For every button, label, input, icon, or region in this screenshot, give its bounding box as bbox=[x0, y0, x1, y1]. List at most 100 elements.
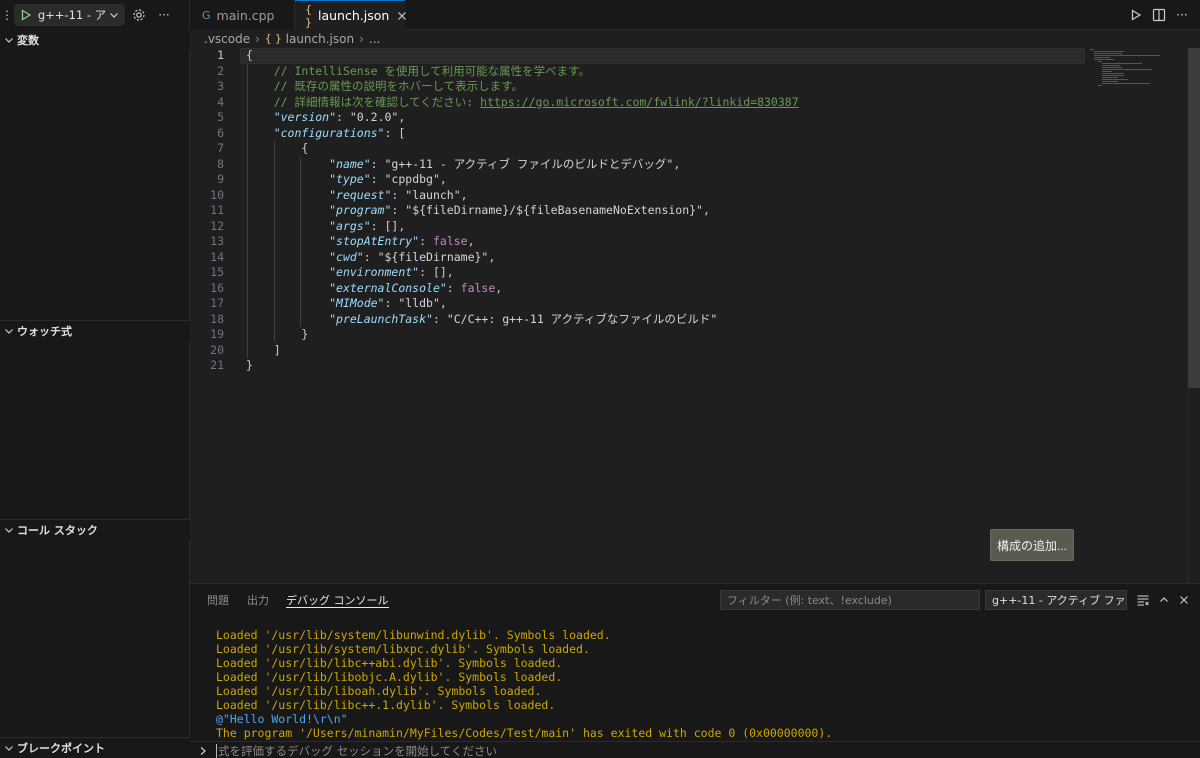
chevron-down-icon bbox=[1, 32, 17, 48]
code-editor[interactable]: 1 2 3 4 5 6 7 8 9 10 11 12 13 14 15 16 17 18 19 20 21 { // I… bbox=[190, 48, 1200, 583]
code-line[interactable]: "name": "g++-11 - アクティブ ファイルのビルドとデバッグ", bbox=[246, 157, 680, 173]
breadcrumb: .vscode › { } launch.json › ... bbox=[190, 30, 1200, 48]
cpp-file-icon: G bbox=[202, 8, 211, 22]
line-number: 3 bbox=[217, 79, 224, 93]
code-line[interactable]: // 既存の属性の説明をホバーして表示します。 bbox=[246, 79, 523, 95]
code-line[interactable]: "version": "0.2.0", bbox=[246, 110, 406, 126]
doc-link[interactable]: https://go.microsoft.com/fwlink/?linkid=… bbox=[480, 95, 799, 109]
line-number: 6 bbox=[217, 125, 224, 140]
breadcrumb-folder[interactable]: .vscode bbox=[204, 32, 250, 46]
debug-sidebar: ⋮ g++-11 - アクティブ ··· 変数 ウォッチ式 コール スタック ブ… bbox=[0, 0, 190, 758]
line-number: 21 bbox=[210, 358, 224, 372]
tab-problems[interactable]: 問題 bbox=[207, 592, 229, 608]
chevron-up-icon[interactable] bbox=[1154, 590, 1174, 610]
chevron-down-icon bbox=[1, 522, 17, 538]
line-number: 4 bbox=[217, 94, 224, 109]
console-line: @"Hello World!\r\n" bbox=[216, 712, 348, 726]
console-filter-input[interactable] bbox=[720, 590, 980, 610]
line-number: 16 bbox=[210, 280, 224, 295]
code-line[interactable]: ] bbox=[246, 343, 281, 359]
session-select-label: g++-11 - アクティブ ファイ bbox=[992, 594, 1127, 607]
json-file-icon: { } bbox=[305, 2, 312, 29]
add-configuration-button[interactable]: 構成の追加... bbox=[990, 529, 1074, 561]
line-number: 1 bbox=[217, 48, 224, 62]
current-line-highlight bbox=[240, 48, 1085, 64]
bottom-panel: 問題 出力 デバッグ コンソール g++-11 - アクティブ ファイ Load… bbox=[190, 583, 1200, 758]
section-call-stack[interactable]: コール スタック bbox=[0, 520, 190, 540]
code-line[interactable]: "externalConsole": false, bbox=[246, 281, 502, 297]
tab-label: main.cpp bbox=[216, 7, 275, 23]
editor-tabbar: G main.cpp { } launch.json ··· bbox=[190, 0, 1200, 30]
code-line[interactable]: "args": [], bbox=[246, 219, 405, 235]
more-icon[interactable]: ··· bbox=[153, 4, 175, 26]
code-line[interactable]: "preLaunchTask": "C/C++: g++-11 アクティブなファ… bbox=[246, 312, 717, 328]
launch-config-selector[interactable]: g++-11 - アクティブ bbox=[14, 4, 125, 26]
section-label: ウォッチ式 bbox=[17, 325, 72, 338]
section-label: 変数 bbox=[17, 34, 39, 47]
debug-repl bbox=[190, 741, 1200, 758]
line-number: 7 bbox=[217, 141, 224, 155]
chevron-right-icon: › bbox=[359, 32, 364, 46]
repl-input[interactable] bbox=[216, 743, 816, 758]
line-number: 18 bbox=[210, 311, 224, 326]
console-line: Loaded '/usr/lib/system/libunwind.dylib'… bbox=[216, 628, 611, 642]
breadcrumb-tail[interactable]: ... bbox=[369, 32, 380, 46]
console-line: Loaded '/usr/lib/libc++.1.dylib'. Symbol… bbox=[216, 698, 556, 712]
section-variables[interactable]: 変数 bbox=[0, 30, 190, 50]
line-number: 20 bbox=[210, 342, 224, 357]
tab-output[interactable]: 出力 bbox=[247, 592, 269, 608]
debug-session-select[interactable]: g++-11 - アクティブ ファイ bbox=[985, 590, 1127, 610]
code-line[interactable]: "type": "cppdbg", bbox=[246, 172, 447, 188]
grip-icon[interactable]: ⋮ bbox=[0, 8, 14, 22]
close-icon[interactable] bbox=[397, 9, 407, 23]
tab-label: launch.json bbox=[318, 8, 390, 23]
code-line[interactable]: "program": "${fileDirname}/${fileBasenam… bbox=[246, 203, 710, 219]
chevron-down-icon bbox=[1, 740, 17, 756]
play-icon[interactable] bbox=[18, 7, 34, 23]
scrollbar-thumb[interactable] bbox=[1188, 48, 1200, 388]
tab-launch-json[interactable]: { } launch.json bbox=[295, 0, 407, 30]
line-number: 8 bbox=[217, 156, 224, 171]
line-number: 14 bbox=[210, 249, 224, 264]
line-number: 11 bbox=[210, 203, 224, 217]
debug-console-output[interactable]: Loaded '/usr/lib/system/libunwind.dylib'… bbox=[190, 614, 1200, 741]
code-line[interactable]: "stopAtEntry": false, bbox=[246, 234, 474, 250]
close-icon[interactable] bbox=[1174, 590, 1194, 610]
run-icon[interactable] bbox=[1125, 4, 1147, 26]
code-line[interactable]: { bbox=[246, 141, 308, 157]
code-line[interactable]: "request": "launch", bbox=[246, 188, 468, 204]
code-line[interactable]: "cwd": "${fileDirname}", bbox=[246, 250, 495, 266]
code-line[interactable]: } bbox=[246, 327, 308, 343]
code-line[interactable]: // 詳細情報は次を確認してください: https://go.microsoft… bbox=[246, 95, 799, 111]
console-line: Loaded '/usr/lib/liboah.dylib'. Symbols … bbox=[216, 684, 542, 698]
console-line: Loaded '/usr/lib/system/libxpc.dylib'. S… bbox=[216, 642, 590, 656]
chevron-down-icon[interactable] bbox=[107, 8, 121, 22]
code-line[interactable]: "environment": [], bbox=[246, 265, 454, 281]
launch-config-name: g++-11 - アクティブ bbox=[37, 8, 107, 22]
split-editor-icon[interactable] bbox=[1148, 4, 1170, 26]
line-number: 17 bbox=[210, 296, 224, 310]
section-watch[interactable]: ウォッチ式 bbox=[0, 321, 190, 341]
section-breakpoints[interactable]: ブレークポイント bbox=[0, 738, 190, 758]
gear-icon[interactable] bbox=[128, 4, 150, 26]
breadcrumb-file[interactable]: launch.json bbox=[286, 32, 354, 46]
section-label: コール スタック bbox=[17, 524, 98, 537]
minimap[interactable] bbox=[1088, 48, 1188, 88]
line-number: 19 bbox=[210, 327, 224, 341]
panel-tabs: 問題 出力 デバッグ コンソール g++-11 - アクティブ ファイ bbox=[190, 584, 1200, 614]
chevron-right-icon bbox=[190, 746, 216, 756]
code-line[interactable]: // IntelliSense を使用して利用可能な属性を学べます。 bbox=[246, 64, 590, 80]
tab-main-cpp[interactable]: G main.cpp bbox=[190, 0, 295, 30]
console-line: Loaded '/usr/lib/libobjc.A.dylib'. Symbo… bbox=[216, 670, 563, 684]
code-line[interactable]: { bbox=[246, 48, 253, 64]
code-line[interactable]: "MIMode": "lldb", bbox=[246, 296, 447, 312]
tab-debug-console[interactable]: デバッグ コンソール bbox=[286, 592, 389, 608]
line-number: 12 bbox=[210, 218, 224, 233]
code-line[interactable]: "configurations": [ bbox=[246, 126, 406, 142]
more-icon[interactable]: ··· bbox=[1171, 4, 1193, 26]
section-label: ブレークポイント bbox=[17, 742, 105, 755]
debug-toolbar: ⋮ g++-11 - アクティブ ··· bbox=[0, 0, 190, 30]
code-line[interactable]: } bbox=[246, 358, 253, 374]
editor-scrollbar[interactable] bbox=[1188, 48, 1200, 583]
clear-console-icon[interactable] bbox=[1133, 590, 1153, 610]
